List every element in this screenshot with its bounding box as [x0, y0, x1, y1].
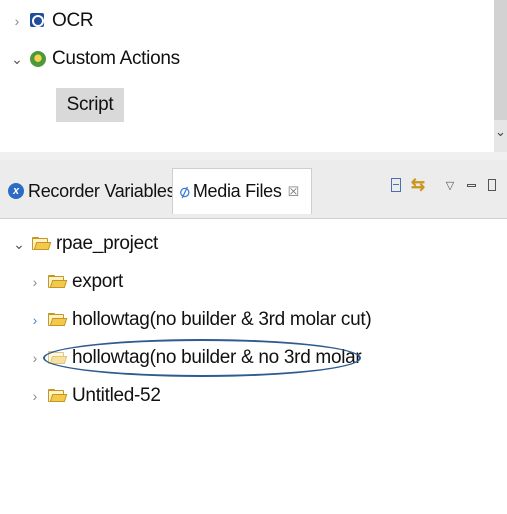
- chevron-right-icon[interactable]: ›: [28, 350, 42, 366]
- chevron-right-icon[interactable]: ›: [28, 312, 42, 328]
- tab-media-files[interactable]: ⌀ Media Files ☒: [172, 168, 312, 214]
- tree-item-label: export: [72, 271, 124, 292]
- chevron-right-icon[interactable]: ›: [28, 274, 42, 290]
- minimize-icon[interactable]: [465, 174, 477, 196]
- annotation-ellipse: [43, 339, 361, 377]
- tree-item-rpae-project[interactable]: ⌄ rpae_project: [12, 229, 158, 259]
- tab-label: Recorder Variables: [28, 180, 176, 201]
- maximize-icon[interactable]: [486, 174, 498, 196]
- folder-open-icon: [32, 237, 52, 251]
- palette-item-label: OCR: [52, 10, 94, 31]
- custom-actions-icon: [30, 51, 46, 67]
- palette-tree: › OCR ⌄ Custom Actions Script: [0, 0, 497, 152]
- chevron-down-icon[interactable]: ⌄: [10, 51, 24, 68]
- chevron-right-icon[interactable]: ›: [28, 388, 42, 404]
- scrollbar-thumb[interactable]: [494, 0, 507, 120]
- palette-item-ocr[interactable]: › OCR: [10, 6, 94, 36]
- chevron-right-icon[interactable]: ›: [10, 13, 24, 29]
- view-tab-bar: x Recorder Variables ⌀ Media Files ☒ ⇆ ▽: [0, 160, 507, 219]
- palette-item-label: Script: [66, 94, 114, 115]
- scroll-down-icon[interactable]: ⌄: [495, 124, 506, 140]
- ocr-icon: [30, 13, 46, 29]
- palette-scrollbar[interactable]: ⌄: [494, 0, 507, 152]
- paperclip-icon: ⌀: [175, 179, 193, 203]
- tree-item-export[interactable]: › export: [28, 267, 124, 297]
- tree-item-label: hollowtag(no builder & 3rd molar cut): [72, 309, 372, 330]
- folder-icon: [48, 313, 68, 327]
- recorder-variables-icon: x: [8, 183, 24, 199]
- link-editor-icon[interactable]: ⇆: [410, 174, 426, 196]
- view-menu-icon[interactable]: ▽: [444, 174, 456, 196]
- close-icon[interactable]: ☒: [288, 184, 300, 200]
- collapse-all-icon[interactable]: [389, 174, 403, 196]
- tree-item-untitled-52[interactable]: › Untitled-52: [28, 381, 161, 411]
- tab-recorder-variables[interactable]: x Recorder Variables: [8, 168, 176, 214]
- palette-item-script[interactable]: Script: [56, 88, 124, 122]
- tree-item-label: rpae_project: [56, 233, 159, 254]
- pane-divider[interactable]: [0, 152, 507, 160]
- tab-label: Media Files: [192, 181, 282, 201]
- folder-icon: [48, 389, 68, 403]
- chevron-down-icon[interactable]: ⌄: [12, 236, 26, 253]
- tree-item-label: Untitled-52: [72, 385, 161, 406]
- palette-item-custom-actions[interactable]: ⌄ Custom Actions: [10, 44, 180, 74]
- tree-item-hollowtag-3rd-molar-cut[interactable]: › hollowtag(no builder & 3rd molar cut): [28, 305, 372, 335]
- palette-item-label: Custom Actions: [52, 48, 180, 69]
- folder-icon: [48, 275, 68, 289]
